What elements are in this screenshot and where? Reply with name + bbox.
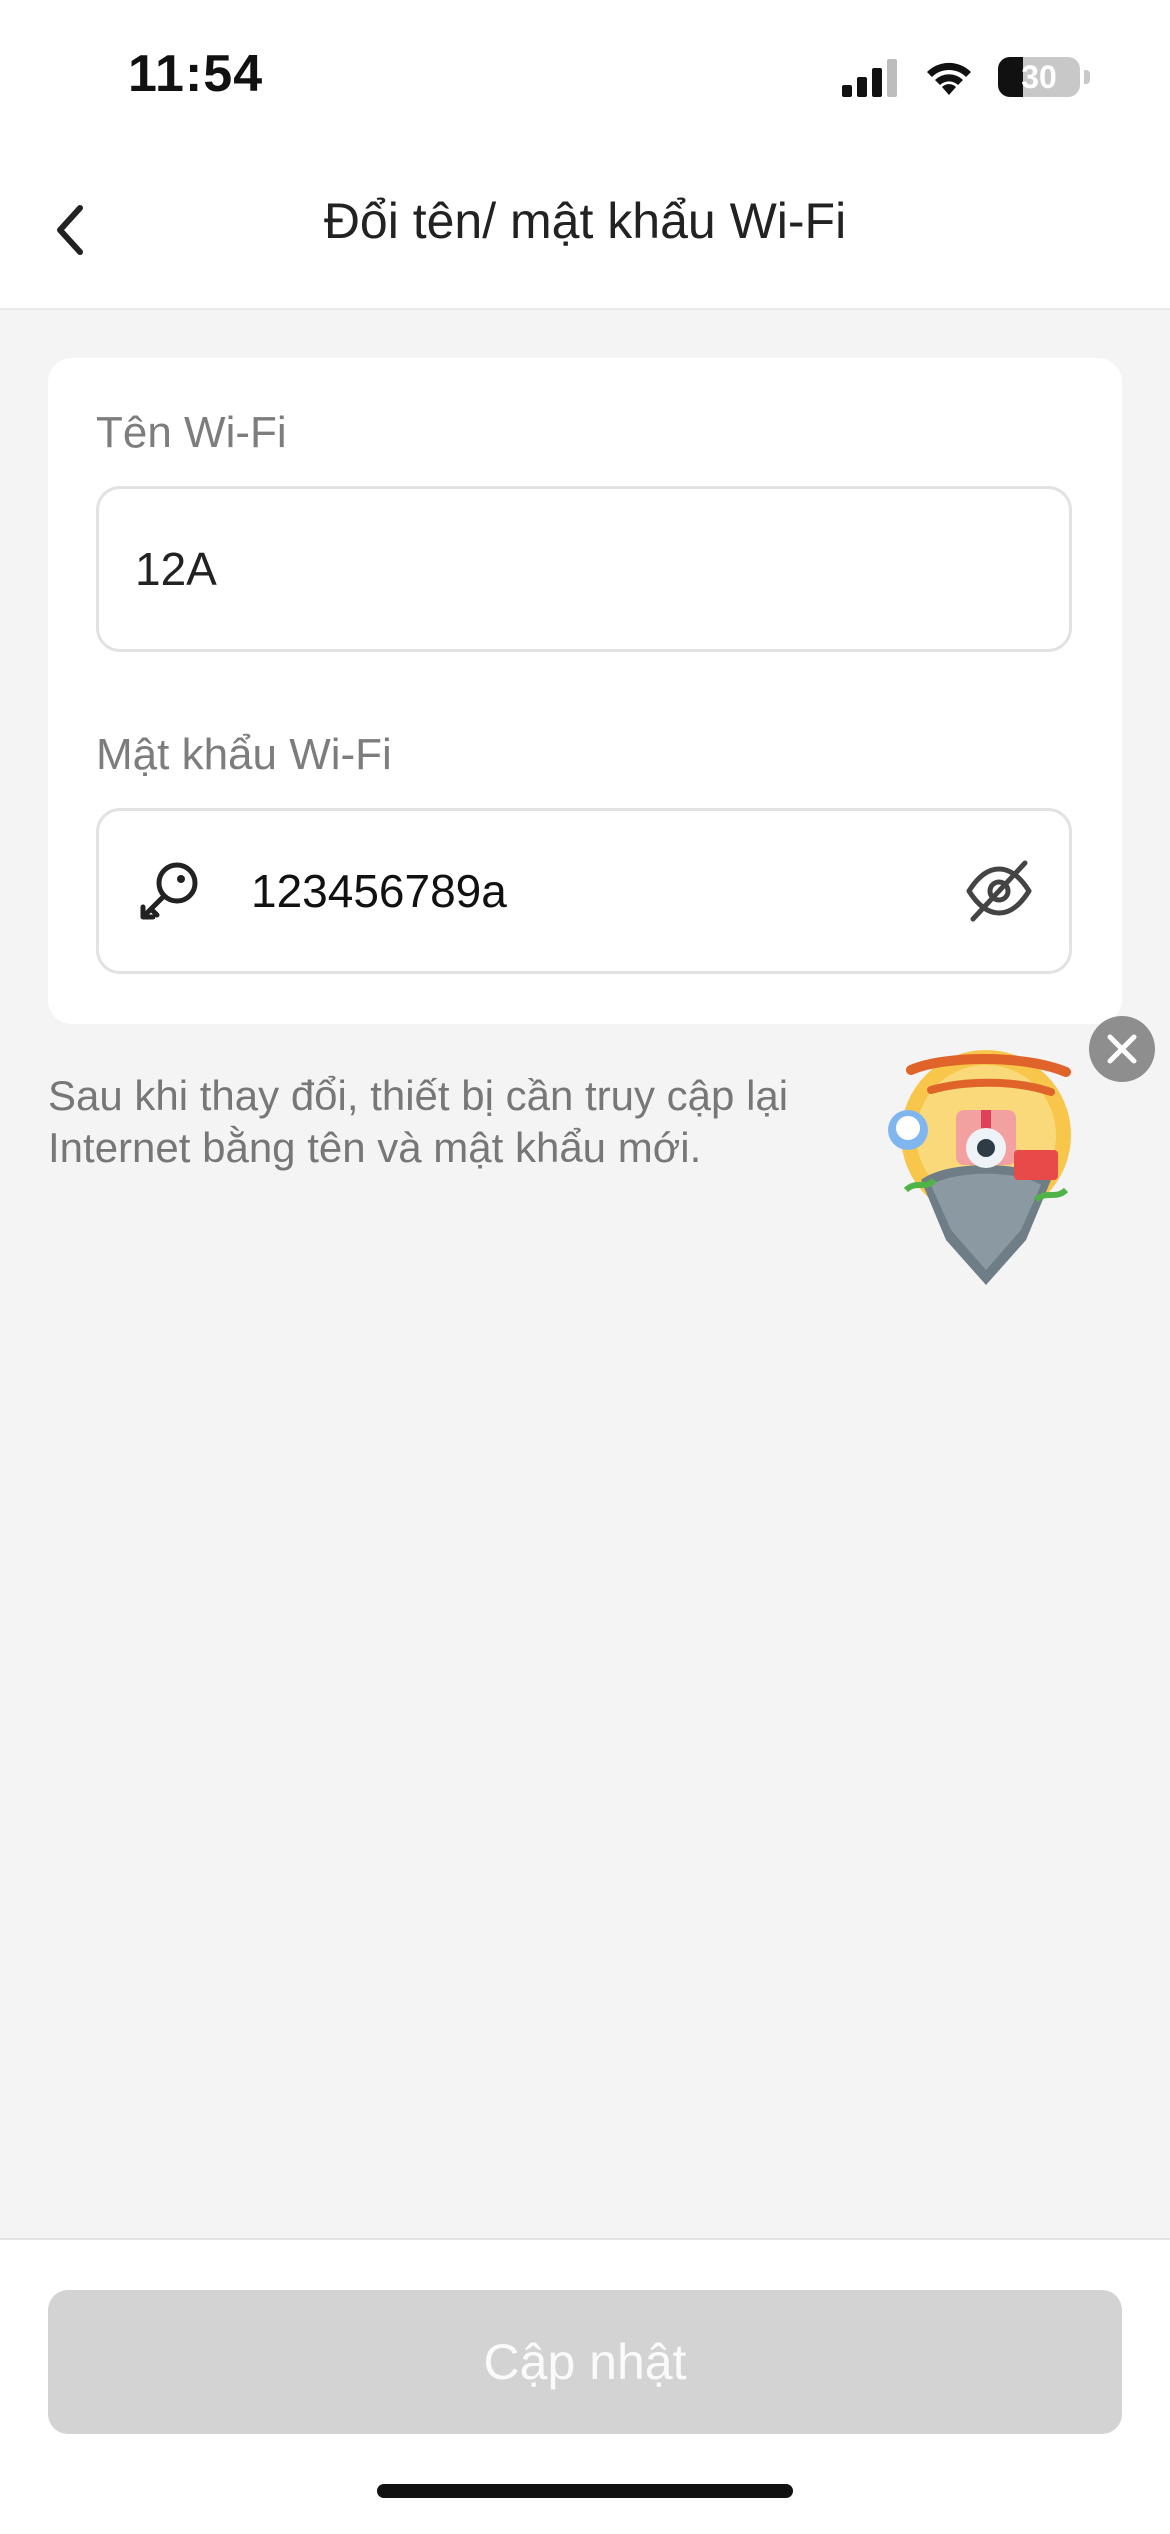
wifi-password-value: 123456789a [251,865,507,917]
wifi-password-input[interactable]: 123456789a [96,808,1072,974]
nav-bar: Đổi tên/ mật khẩu Wi-Fi [0,150,1170,310]
home-indicator [377,2484,793,2498]
key-icon [140,862,198,920]
close-icon [1107,1034,1137,1064]
battery-icon: 30 [998,57,1080,97]
promo-close-button[interactable] [1089,1016,1155,1082]
eye-off-icon[interactable] [963,855,1035,927]
status-bar: 11:54 30 [0,0,1170,150]
cellular-signal-icon [842,59,897,97]
update-button[interactable]: Cập nhật [48,2290,1122,2434]
wifi-password-label: Mật khẩu Wi-Fi [96,730,392,779]
battery-level: 30 [1021,58,1057,95]
status-time: 11:54 [128,45,264,103]
wifi-name-input[interactable]: 12A [96,486,1072,652]
wifi-name-value: 12A [135,543,217,595]
hint-text: Sau khi thay đổi, thiết bị cần truy cập … [48,1072,789,1171]
battery-indicator: 30 [998,57,1090,97]
promo-badge-icon[interactable] [886,1040,1086,1300]
page-title: Đổi tên/ mật khẩu Wi-Fi [323,193,847,249]
wifi-name-label: Tên Wi-Fi [96,408,287,457]
wifi-icon [927,62,971,95]
wifi-settings-card: Tên Wi-Fi 12A Mật khẩu Wi-Fi 123456789a [48,358,1122,1024]
status-icons: 30 [842,52,1090,102]
